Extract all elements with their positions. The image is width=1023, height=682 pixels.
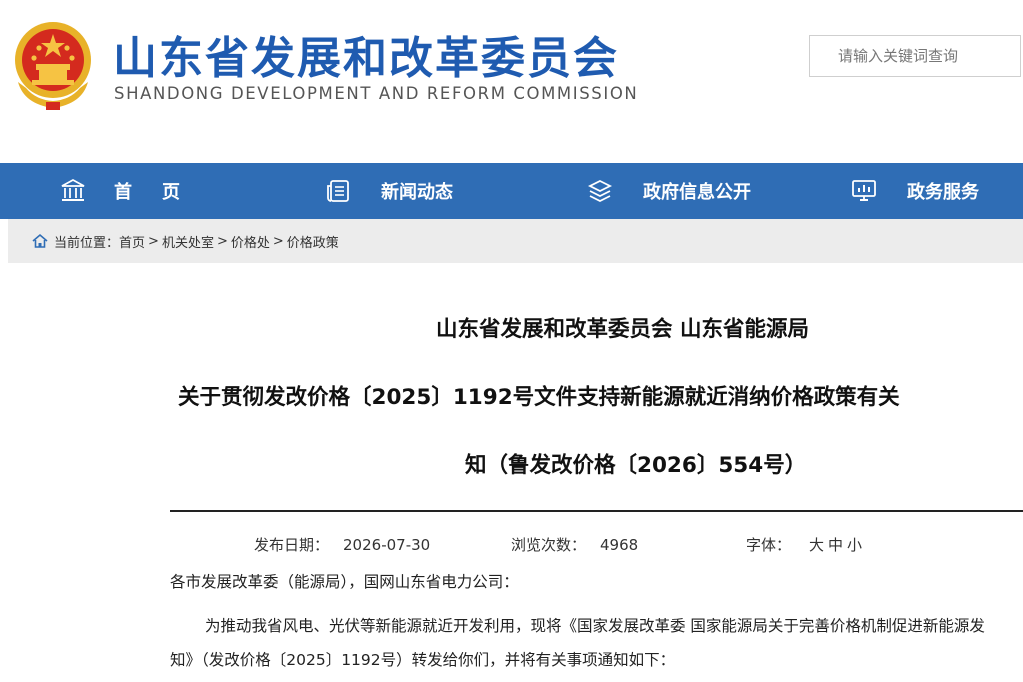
- layers-icon: [587, 179, 613, 203]
- search-input[interactable]: [810, 36, 1020, 76]
- site-header: 山东省发展和改革委员会 SHANDONG DEVELOPMENT AND REF…: [0, 0, 1023, 163]
- breadcrumb: 当前位置： 首页 > 机关处室 > 价格处 > 价格政策: [8, 219, 1023, 263]
- site-title: 山东省发展和改革委员会: [113, 33, 619, 84]
- breadcrumb-item-price-office[interactable]: 价格处: [231, 232, 270, 251]
- publish-date: 发布日期： 2026-07-30: [254, 534, 430, 555]
- publish-date-value: 2026-07-30: [343, 536, 431, 554]
- monitor-icon: [852, 180, 876, 201]
- nav-label-news: 新闻动态: [381, 182, 453, 203]
- article-salutation: 各市发展改革委（能源局），国网山东省电力公司：: [170, 573, 519, 591]
- breadcrumb-item-home[interactable]: 首页: [119, 232, 145, 251]
- nav-label-services: 政务服务: [907, 182, 979, 203]
- nav-label-home: 首页: [114, 182, 210, 203]
- font-size-control: 字体： 大中小: [746, 534, 862, 555]
- title-divider: [170, 510, 1023, 512]
- font-size-large-button[interactable]: 大: [809, 536, 824, 554]
- national-emblem-icon: [15, 22, 91, 110]
- breadcrumb-separator: >: [272, 233, 284, 249]
- nav-label-gov-info: 政府信息公开: [643, 182, 751, 203]
- article-title-line3: 知（鲁发改价格〔2026〕554号）: [465, 453, 807, 478]
- article-paragraph: 知》（发改价格〔2025〕1192号）转发给你们，并将有关事项通知如下：: [170, 651, 676, 669]
- article-paragraph: 为推动我省风电、光伏等新能源就近开发利用，现将《国家发展改革委 国家能源局关于完…: [205, 617, 985, 635]
- article-title-line2: 关于贯彻发改价格〔2025〕1192号文件支持新能源就近消纳价格政策有关: [178, 385, 900, 410]
- nav-item-news[interactable]: 新闻动态: [325, 163, 453, 219]
- news-icon: [327, 180, 349, 202]
- home-icon: [32, 233, 48, 248]
- nav-item-gov-info[interactable]: 政府信息公开: [587, 163, 751, 219]
- building-icon: [61, 178, 85, 201]
- site-subtitle: SHANDONG DEVELOPMENT AND REFORM COMMISSI…: [114, 84, 639, 103]
- publish-date-label: 发布日期：: [254, 536, 330, 554]
- breadcrumb-separator: >: [148, 233, 159, 249]
- breadcrumb-item-price-policy[interactable]: 价格政策: [287, 232, 339, 251]
- breadcrumb-item-departments[interactable]: 机关处室: [162, 232, 214, 251]
- font-size-medium-button[interactable]: 中: [828, 536, 843, 554]
- view-count-label: 浏览次数：: [511, 536, 587, 554]
- nav-item-home[interactable]: 首页: [60, 163, 210, 219]
- font-size-label: 字体：: [746, 536, 792, 554]
- font-size-small-button[interactable]: 小: [847, 536, 862, 554]
- breadcrumb-separator: >: [216, 233, 228, 249]
- article-title-line1: 山东省发展和改革委员会 山东省能源局: [436, 317, 809, 342]
- view-count: 浏览次数： 4968: [511, 534, 638, 555]
- main-nav: 首页 新闻动态 政府信息公开 政务服务: [0, 163, 1023, 219]
- breadcrumb-prefix: 当前位置：: [54, 235, 120, 251]
- nav-item-services[interactable]: 政务服务: [851, 163, 979, 219]
- search-box[interactable]: [809, 35, 1021, 77]
- view-count-value: 4968: [600, 536, 639, 554]
